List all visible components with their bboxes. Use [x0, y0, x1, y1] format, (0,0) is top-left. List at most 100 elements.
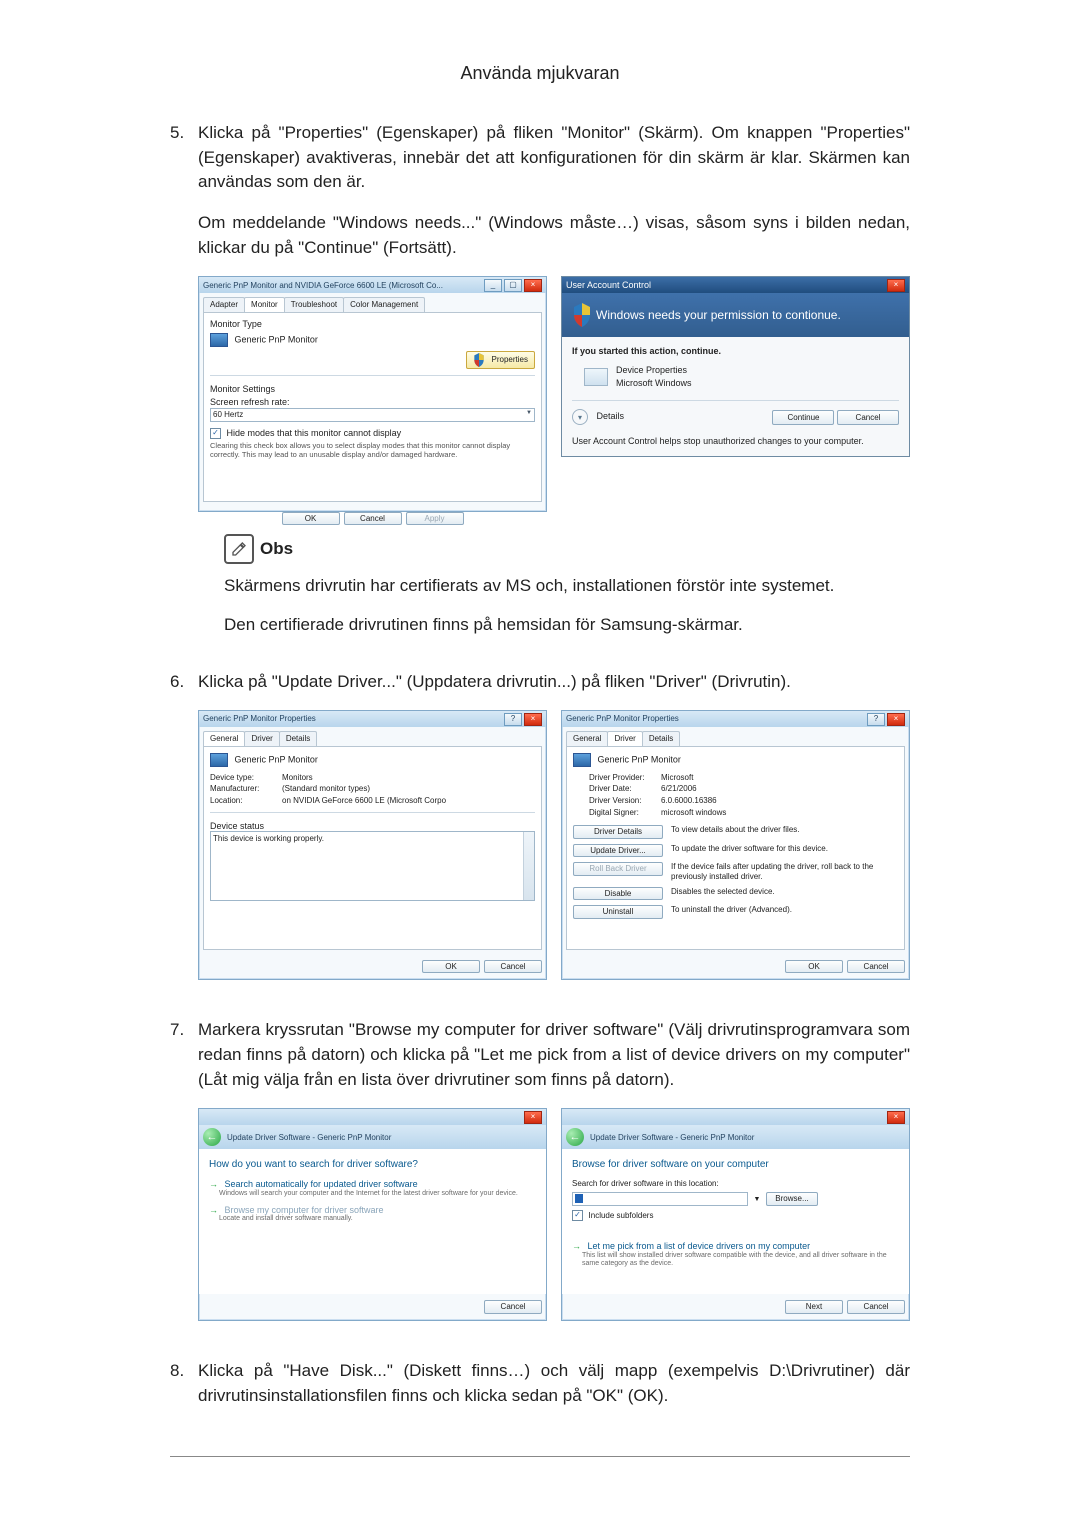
- step-8: 8. Klicka på "Have Disk..." (Diskett fin…: [170, 1359, 910, 1424]
- include-subfolders-checkbox[interactable]: ✓: [572, 1210, 583, 1221]
- driver-path-input[interactable]: [572, 1192, 748, 1206]
- properties-button[interactable]: Properties: [492, 355, 528, 364]
- hide-modes-checkbox[interactable]: ✓: [210, 428, 221, 439]
- ok-button[interactable]: OK: [282, 512, 340, 526]
- next-button[interactable]: Next: [785, 1300, 843, 1314]
- step-number: 7.: [170, 1018, 198, 1341]
- tab-monitor[interactable]: Monitor: [244, 297, 285, 312]
- step-text: Klicka på "Properties" (Egenskaper) på f…: [198, 121, 910, 195]
- help-button[interactable]: ?: [867, 713, 885, 726]
- option-pick-from-list[interactable]: → Let me pick from a list of device driv…: [572, 1241, 899, 1269]
- chevron-down-icon[interactable]: ▾: [572, 409, 588, 425]
- step-text: Klicka på "Update Driver..." (Uppdatera …: [198, 670, 910, 695]
- option-title: Let me pick from a list of device driver…: [588, 1241, 811, 1251]
- back-button[interactable]: ←: [566, 1128, 584, 1146]
- back-button[interactable]: ←: [203, 1128, 221, 1146]
- cancel-button[interactable]: Cancel: [484, 1300, 542, 1314]
- uac-started: If you started this action, continue.: [572, 345, 899, 358]
- option-title: Search automatically for updated driver …: [225, 1179, 418, 1189]
- step-number: 5.: [170, 121, 198, 651]
- cancel-button[interactable]: Cancel: [837, 410, 899, 426]
- tab-general[interactable]: General: [203, 731, 245, 746]
- close-button[interactable]: ×: [887, 713, 905, 726]
- note-text: Skärmens drivrutin har certifierats av M…: [224, 574, 910, 599]
- uac-message: Windows needs your permission to contion…: [596, 307, 841, 324]
- button-desc: To view details about the driver files.: [671, 825, 898, 835]
- uac-dialog: User Account Control × Windows needs you…: [561, 276, 910, 457]
- browse-button[interactable]: Browse...: [766, 1192, 818, 1206]
- search-label: Search for driver software in this locat…: [572, 1179, 899, 1189]
- arrow-right-icon: →: [209, 1205, 218, 1215]
- step-text: Om meddelande "Windows needs..." (Window…: [198, 211, 910, 260]
- device-name: Generic PnP Monitor: [235, 754, 318, 764]
- minimize-button[interactable]: _: [484, 279, 502, 292]
- cancel-button[interactable]: Cancel: [344, 512, 402, 526]
- close-button[interactable]: ×: [524, 1111, 542, 1124]
- update-driver-wizard-1: × ← Update Driver Software - Generic PnP…: [198, 1108, 547, 1321]
- close-button[interactable]: ×: [887, 1111, 905, 1124]
- ok-button[interactable]: OK: [785, 960, 843, 974]
- monitor-icon: [573, 753, 591, 767]
- cancel-button[interactable]: Cancel: [484, 960, 542, 974]
- tab-driver[interactable]: Driver: [607, 731, 642, 746]
- note-icon: [224, 534, 254, 564]
- shield-icon: [572, 303, 592, 327]
- ok-button[interactable]: OK: [422, 960, 480, 974]
- rollback-driver-button[interactable]: Roll Back Driver: [573, 862, 663, 876]
- close-button[interactable]: ×: [524, 713, 542, 726]
- step-5: 5. Klicka på "Properties" (Egenskaper) p…: [170, 121, 910, 651]
- step-text: Klicka på "Have Disk..." (Diskett finns……: [198, 1359, 910, 1408]
- tab-color-management[interactable]: Color Management: [343, 297, 425, 312]
- device-name: Generic PnP Monitor: [598, 754, 681, 764]
- program-vendor: Microsoft Windows: [616, 377, 692, 390]
- breadcrumb: Update Driver Software - Generic PnP Mon…: [227, 1133, 391, 1143]
- disable-button[interactable]: Disable: [573, 887, 663, 901]
- tab-troubleshoot[interactable]: Troubleshoot: [284, 297, 344, 312]
- section-label: Device status: [210, 821, 535, 832]
- arrow-right-icon: →: [572, 1241, 581, 1251]
- kv-key: Driver Date:: [589, 784, 661, 794]
- device-properties-general: Generic PnP Monitor Properties ? × Gener…: [198, 710, 547, 980]
- kv-key: Location:: [210, 796, 282, 806]
- option-browse-computer[interactable]: → Browse my computer for driver software…: [209, 1205, 536, 1224]
- cancel-button[interactable]: Cancel: [847, 960, 905, 974]
- driver-details-button[interactable]: Driver Details: [573, 825, 663, 839]
- wizard-heading: How do you want to search for driver sof…: [209, 1159, 536, 1171]
- tab-details[interactable]: Details: [279, 731, 317, 746]
- chevron-down-icon: ▼: [526, 410, 532, 420]
- window-title: Generic PnP Monitor Properties: [566, 714, 679, 724]
- update-driver-button[interactable]: Update Driver...: [573, 844, 663, 858]
- tab-details[interactable]: Details: [642, 731, 680, 746]
- kv-value: 6/21/2006: [661, 784, 697, 794]
- uninstall-button[interactable]: Uninstall: [573, 905, 663, 919]
- maximize-button[interactable]: ▢: [504, 279, 522, 292]
- section-label: Monitor Settings: [210, 384, 535, 395]
- kv-value: on NVIDIA GeForce 6600 LE (Microsoft Cor…: [282, 796, 446, 806]
- continue-button[interactable]: Continue: [772, 410, 834, 426]
- hide-modes-label: Hide modes that this monitor cannot disp…: [227, 428, 402, 438]
- help-button[interactable]: ?: [504, 713, 522, 726]
- tab-adapter[interactable]: Adapter: [203, 297, 245, 312]
- cancel-button[interactable]: Cancel: [847, 1300, 905, 1314]
- include-subfolders-label: Include subfolders: [589, 1211, 654, 1220]
- details-toggle[interactable]: Details: [597, 412, 625, 422]
- option-search-auto[interactable]: → Search automatically for updated drive…: [209, 1179, 536, 1198]
- monitor-icon: [210, 753, 228, 767]
- scrollbar[interactable]: [523, 832, 534, 900]
- refresh-rate-select[interactable]: 60 Hertz ▼: [210, 408, 535, 422]
- tab-general[interactable]: General: [566, 731, 608, 746]
- close-button[interactable]: ×: [887, 279, 905, 292]
- uac-footer: User Account Control helps stop unauthor…: [572, 435, 899, 448]
- tab-driver[interactable]: Driver: [244, 731, 279, 746]
- device-properties-driver: Generic PnP Monitor Properties ? × Gener…: [561, 710, 910, 980]
- section-label: Monitor Type: [210, 319, 535, 330]
- chevron-down-icon: ▼: [754, 1196, 761, 1203]
- apply-button[interactable]: Apply: [406, 512, 464, 526]
- step-number: 8.: [170, 1359, 198, 1424]
- monitor-icon: [210, 333, 228, 347]
- step-text: Markera kryssrutan "Browse my computer f…: [198, 1018, 910, 1092]
- arrow-right-icon: →: [209, 1179, 218, 1189]
- shield-icon: [473, 353, 485, 367]
- close-button[interactable]: ×: [524, 279, 542, 292]
- kv-value: microsoft windows: [661, 808, 726, 818]
